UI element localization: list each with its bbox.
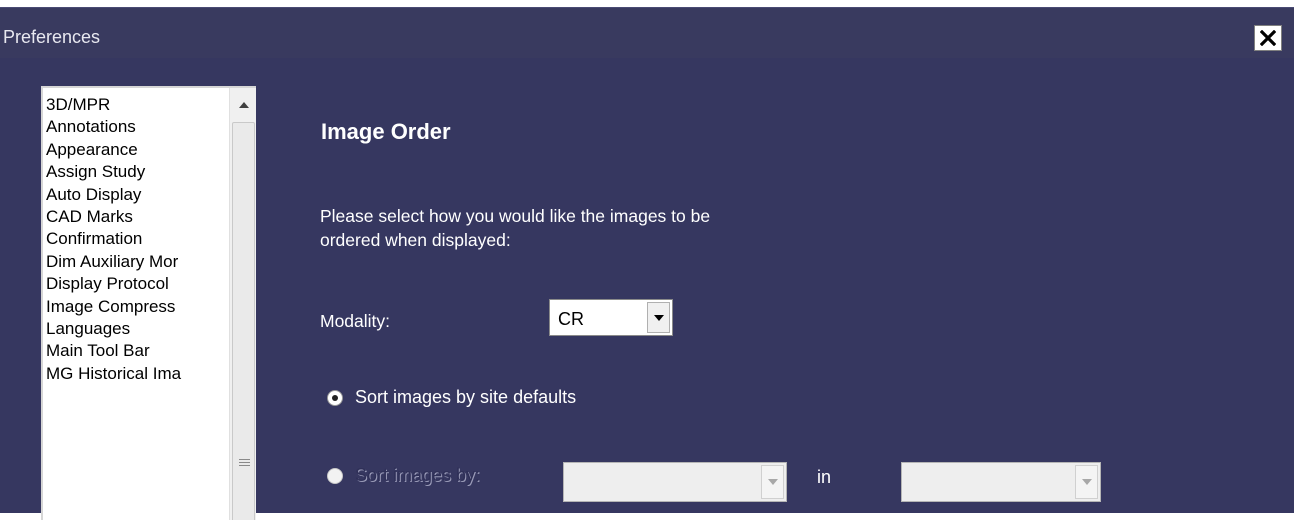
instructions-text: Please select how you would like the ima… (320, 204, 880, 252)
list-item[interactable]: Confirmation (46, 228, 226, 250)
grip-icon (239, 459, 250, 468)
order-dropdown-button[interactable] (1075, 465, 1098, 499)
instructions-line: Please select how you would like the ima… (320, 206, 711, 226)
chevron-down-icon (1081, 479, 1092, 485)
in-label: in (817, 467, 832, 487)
list-item[interactable]: Annotations (46, 116, 226, 138)
chevron-up-icon (238, 101, 249, 108)
list-item[interactable]: Dim Auxiliary Mor (46, 251, 226, 273)
list-item[interactable]: Auto Display (46, 184, 226, 206)
radio-selected-dot (332, 394, 338, 401)
modality-select-value: CR (558, 309, 584, 329)
sort-by-dropdown-button[interactable] (761, 465, 784, 499)
sort-by-select[interactable] (563, 462, 787, 502)
radio-sort-by-label: Sort images by: (355, 465, 481, 485)
list-item[interactable]: MG Historical Ima (46, 363, 226, 385)
title-bar: Preferences (0, 8, 1294, 58)
radio-button[interactable] (327, 389, 343, 406)
radio-site-defaults-label: Sort images by site defaults (355, 387, 577, 407)
instructions-line: ordered when displayed: (320, 230, 511, 250)
order-select[interactable] (901, 462, 1101, 502)
scroll-up-button[interactable] (230, 88, 256, 121)
list-item[interactable]: CAD Marks (46, 206, 226, 228)
radio-sort-by[interactable]: Sort images by: (327, 465, 480, 486)
chevron-down-icon (767, 479, 778, 485)
radio-site-defaults[interactable]: Sort images by site defaults (327, 387, 576, 408)
close-button[interactable] (1254, 25, 1282, 51)
list-item[interactable]: Display Protocol (46, 273, 226, 295)
list-item[interactable]: Image Compress (46, 296, 226, 318)
radio-button[interactable] (327, 467, 343, 484)
modality-dropdown-button[interactable] (647, 302, 670, 333)
list-item[interactable]: 3D/MPR (46, 94, 226, 116)
list-item[interactable]: Main Tool Bar (46, 340, 226, 362)
preferences-window: Preferences 3D/MPR Annotations Appearanc… (0, 7, 1294, 520)
list-item[interactable]: Appearance (46, 139, 226, 161)
list-item[interactable]: Languages (46, 318, 226, 340)
section-title: Image Order (321, 119, 451, 144)
chevron-down-icon (653, 314, 664, 321)
modality-select[interactable]: CR (549, 299, 673, 336)
close-icon (1260, 30, 1276, 46)
window-title: Preferences (3, 27, 101, 47)
preferences-category-list[interactable]: 3D/MPR Annotations Appearance Assign Stu… (41, 86, 256, 520)
modality-label: Modality: (320, 311, 391, 331)
scroll-thumb[interactable] (232, 122, 255, 520)
list-item[interactable]: Assign Study (46, 161, 226, 183)
list-scrollbar[interactable] (229, 88, 256, 520)
